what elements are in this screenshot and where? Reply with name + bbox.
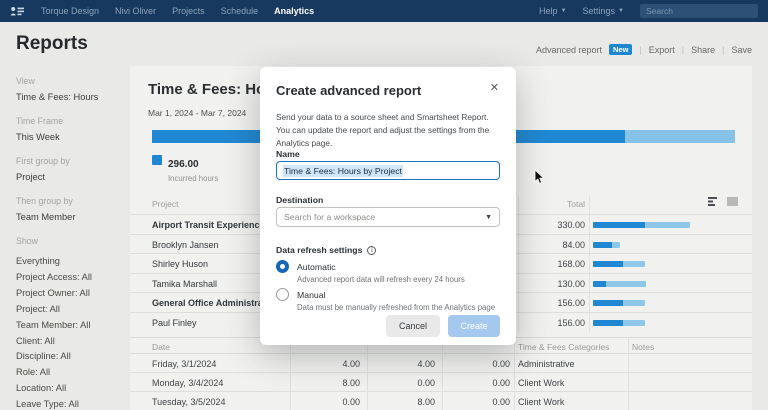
chevron-down-icon: ▼ bbox=[485, 213, 492, 221]
filter-label-first-group: First group by bbox=[16, 156, 70, 166]
show-filter-item[interactable]: Team Member: All bbox=[16, 318, 128, 334]
save-link[interactable]: Save bbox=[731, 45, 752, 55]
incurred-hours-stat: 296.00 Incurred hours bbox=[152, 154, 218, 183]
table-row: Monday, 3/4/2024 8.00 0.00 0.00 Client Work bbox=[130, 373, 752, 392]
show-filter-list: Everything Project Access: All Project O… bbox=[16, 254, 128, 410]
create-advanced-report-modal: Create advanced report ✕ Send your data … bbox=[260, 67, 516, 345]
column-divider bbox=[290, 337, 291, 410]
column-divider bbox=[514, 337, 515, 410]
show-filter-item[interactable]: Project Access: All bbox=[16, 270, 128, 286]
settings-menu[interactable]: Settings ▼ bbox=[583, 6, 624, 16]
close-icon[interactable]: ✕ bbox=[490, 81, 499, 94]
cancel-button[interactable]: Cancel bbox=[386, 315, 440, 337]
filter-label-timeframe: Time Frame bbox=[16, 116, 64, 126]
selected-input-text: Time & Fees: Hours by Project bbox=[283, 164, 403, 177]
show-filter-item[interactable]: Leave Type: All bbox=[16, 397, 128, 410]
workspace-select[interactable]: Search for a workspace ▼ bbox=[276, 207, 500, 227]
resource-management-logo-icon[interactable] bbox=[10, 6, 25, 17]
row-hours-bar bbox=[593, 319, 645, 326]
filter-label-view: View bbox=[16, 76, 35, 86]
create-button[interactable]: Create bbox=[448, 315, 500, 337]
radio-unselected-icon bbox=[276, 288, 289, 301]
destination-field-label: Destination bbox=[276, 195, 324, 205]
table-row: Tuesday, 3/5/2024 0.00 8.00 0.00 Client Work bbox=[130, 392, 752, 410]
mouse-cursor-icon bbox=[534, 169, 545, 190]
filter-value-then-group[interactable]: Team Member bbox=[16, 212, 128, 222]
show-filter-item[interactable]: Project: All bbox=[16, 302, 128, 318]
show-filter-item[interactable]: Discipline: All bbox=[16, 349, 128, 365]
chevron-down-icon: ▼ bbox=[560, 8, 567, 14]
new-badge: New bbox=[608, 44, 633, 55]
grid-view-icon[interactable] bbox=[727, 197, 738, 208]
filter-label-show: Show bbox=[16, 236, 39, 246]
filter-value-timeframe[interactable]: This Week bbox=[16, 132, 128, 142]
help-menu[interactable]: Help ▼ bbox=[539, 6, 566, 16]
share-link[interactable]: Share bbox=[691, 45, 715, 55]
page-title: Reports bbox=[16, 33, 88, 54]
nav-item-schedule[interactable]: Schedule bbox=[221, 6, 259, 16]
row-hours-bar bbox=[593, 261, 645, 268]
automatic-option-description: Advanced report data will refresh every … bbox=[297, 275, 465, 284]
search-input[interactable] bbox=[640, 4, 758, 18]
column-divider bbox=[367, 337, 368, 410]
nav-item-user[interactable]: Nivi Oliver bbox=[115, 6, 156, 16]
name-field-label: Name bbox=[276, 149, 300, 159]
manual-option-description: Data must be manually refreshed from the… bbox=[297, 303, 496, 312]
show-filter-item[interactable]: Location: All bbox=[16, 381, 128, 397]
filter-label-then-group: Then group by bbox=[16, 196, 73, 206]
chevron-down-icon: ▼ bbox=[618, 8, 624, 14]
nav-item-account[interactable]: Torque Design bbox=[41, 6, 99, 16]
report-date-range: Mar 1, 2024 - Mar 7, 2024 bbox=[148, 108, 247, 118]
modal-description: Send your data to a source sheet and Sma… bbox=[276, 112, 490, 148]
top-nav: Torque Design Nivi Oliver Projects Sched… bbox=[0, 0, 768, 22]
app-screen: Torque Design Nivi Oliver Projects Sched… bbox=[0, 0, 768, 410]
filter-value-first-group[interactable]: Project bbox=[16, 172, 128, 182]
table-row: Friday, 3/1/2024 4.00 4.00 0.00 Administrati… bbox=[130, 354, 752, 373]
row-hours-bar bbox=[593, 241, 620, 248]
nav-item-analytics[interactable]: Analytics bbox=[274, 6, 314, 16]
row-hours-bar bbox=[593, 222, 690, 228]
report-name-input[interactable]: Time & Fees: Hours by Project bbox=[276, 161, 500, 180]
manual-refresh-option[interactable]: Manual bbox=[276, 288, 326, 301]
show-filter-item[interactable]: Client: All bbox=[16, 334, 128, 350]
future-bar-segment bbox=[625, 130, 735, 143]
nav-item-projects[interactable]: Projects bbox=[172, 6, 205, 16]
column-divider bbox=[628, 337, 629, 410]
automatic-refresh-option[interactable]: Automatic bbox=[276, 260, 336, 273]
column-divider bbox=[442, 337, 443, 410]
info-icon[interactable]: i bbox=[367, 245, 377, 255]
row-hours-bar bbox=[593, 280, 646, 287]
export-link[interactable]: Export bbox=[649, 45, 675, 55]
filters-sidebar: View Time & Fees: Hours Time Frame This We… bbox=[16, 76, 128, 410]
refresh-settings-label: Data refresh settings bbox=[276, 245, 363, 255]
modal-title: Create advanced report bbox=[276, 83, 422, 98]
incurred-swatch-icon bbox=[152, 155, 162, 165]
advanced-report-link[interactable]: Advanced report bbox=[536, 45, 602, 55]
bar-chart-view-icon[interactable] bbox=[708, 197, 719, 208]
date-table: Date Time & Fees Categories Notes Friday… bbox=[130, 337, 752, 410]
show-filter-item[interactable]: Project Owner: All bbox=[16, 286, 128, 302]
header-actions: Advanced report New | Export | Share | S… bbox=[535, 44, 752, 55]
radio-selected-icon bbox=[276, 260, 289, 273]
row-hours-bar bbox=[593, 300, 645, 307]
filter-value-view[interactable]: Time & Fees: Hours bbox=[16, 92, 128, 102]
show-filter-item[interactable]: Everything bbox=[16, 254, 128, 270]
show-filter-item[interactable]: Role: All bbox=[16, 365, 128, 381]
